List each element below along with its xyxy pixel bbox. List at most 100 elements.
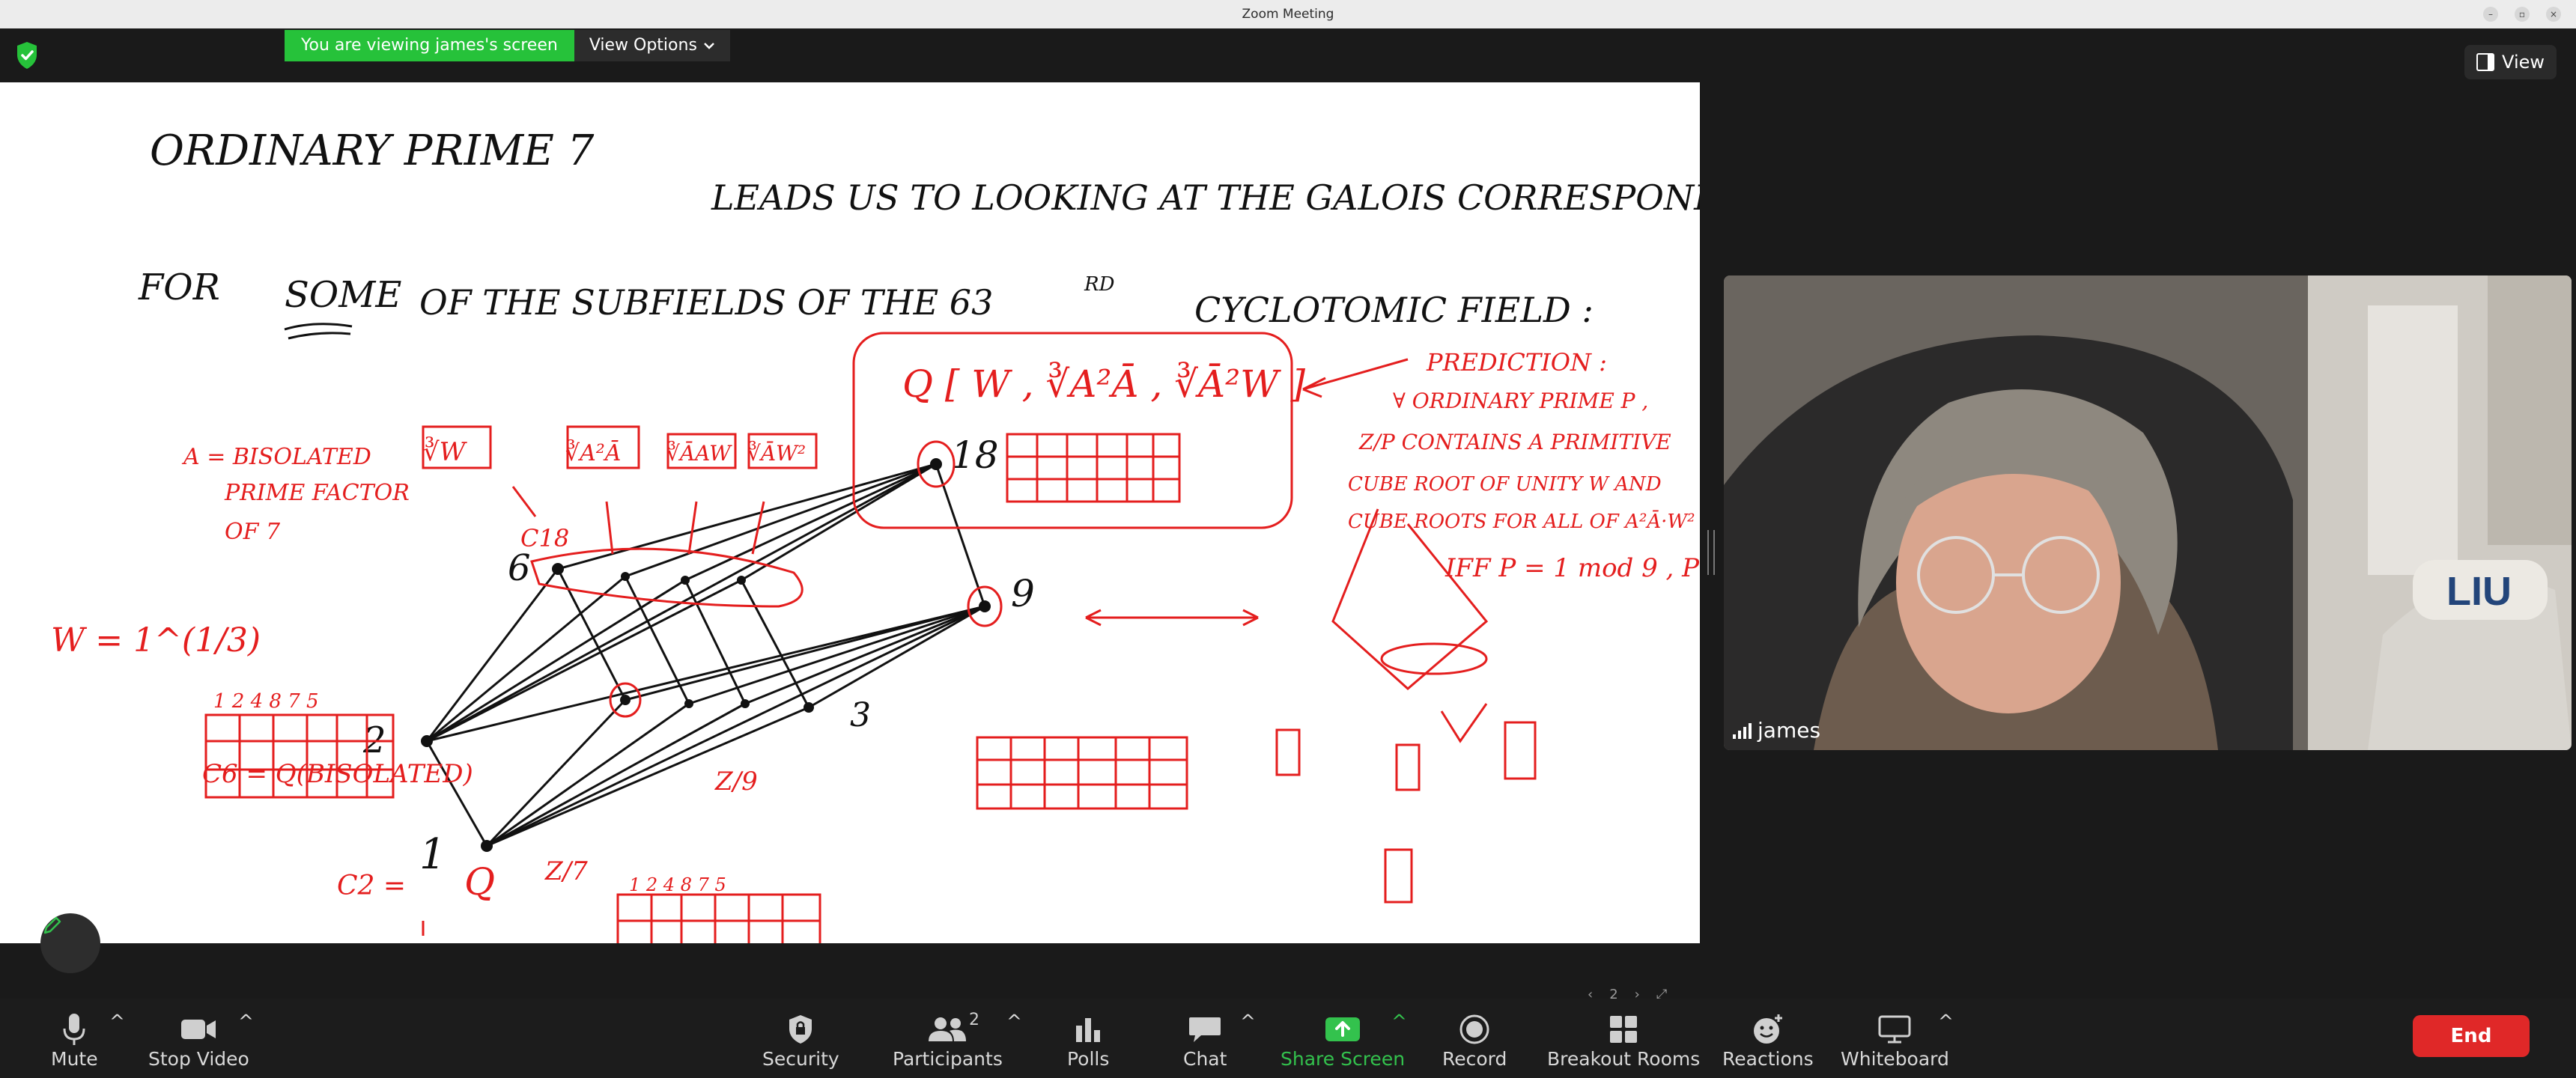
maximize-icon[interactable]: ▫ [2515, 7, 2530, 22]
node-label-6: 6 [508, 547, 531, 589]
grid-top-labels: 1 2 4 8 7 5 [213, 690, 319, 713]
participants-label: Participants [893, 1048, 1003, 1070]
node-label-9: 9 [1011, 572, 1035, 615]
layout-view-icon [2476, 53, 2495, 71]
polls-button[interactable]: Polls [1067, 1011, 1109, 1070]
video-feed: LIU [1724, 275, 2572, 750]
audio-options-caret[interactable]: ^ [109, 1011, 125, 1032]
polls-chart-icon [1073, 1011, 1103, 1048]
view-button[interactable]: View [2464, 45, 2557, 79]
share-screen-button[interactable]: Share Screen [1281, 1011, 1405, 1070]
reactions-smiley-icon [1752, 1011, 1784, 1048]
security-shield-icon [787, 1011, 814, 1048]
microphone-icon [61, 1011, 87, 1048]
record-button[interactable]: Record [1442, 1011, 1507, 1070]
whiteboard-button[interactable]: Whiteboard [1841, 1011, 1949, 1070]
view-button-label: View [2502, 52, 2545, 73]
participant-name: james [1758, 718, 1821, 743]
z7-label: Z/7 [544, 856, 588, 886]
breakout-rooms-icon [1609, 1011, 1638, 1048]
cube-root-w: ∛W [423, 436, 468, 467]
q-label: Q [464, 860, 495, 904]
signal-strength-icon [1733, 722, 1752, 739]
prediction-line-5: IFF P = 1 mod 9 , P ≡ 1,6 mod 7 [1445, 553, 1700, 583]
prediction-line-3: CUBE ROOT OF UNITY W AND [1348, 473, 1662, 496]
chat-label: Chat [1183, 1048, 1227, 1070]
view-options-button[interactable]: View Options [574, 30, 730, 61]
participant-name-tag: james [1733, 718, 1820, 743]
reactions-label: Reactions [1722, 1048, 1814, 1070]
security-label: Security [762, 1048, 839, 1070]
panel-resize-handle[interactable] [1707, 530, 1715, 575]
cube-root-a2a: ∛A²Ā [565, 439, 621, 466]
close-icon[interactable]: × [2546, 7, 2561, 22]
share-screen-label: Share Screen [1281, 1048, 1406, 1070]
breakout-rooms-button[interactable]: Breakout Rooms [1547, 1011, 1700, 1070]
a-definition-2: PRIME FACTOR [224, 480, 410, 506]
whiteboard-label: Whiteboard [1841, 1048, 1949, 1070]
line-cyclotomic-field: CYCLOTOMIC FIELD : [1194, 290, 1594, 330]
line-for: FOR [138, 267, 220, 308]
node-label-18: 18 [951, 433, 999, 477]
end-meeting-button[interactable]: End [2413, 1015, 2530, 1057]
grid2-top-labels: 1 2 4 8 7 5 [629, 874, 726, 895]
polls-label: Polls [1067, 1048, 1110, 1070]
encryption-shield-icon[interactable] [15, 40, 39, 70]
shared-screen[interactable]: ORDINARY PRIME 7 LEADS US TO LOOKING AT … [0, 82, 1700, 1002]
view-options-label: View Options [589, 36, 697, 55]
window-title-bar: Zoom Meeting – ▫ × [0, 0, 2576, 29]
record-icon [1459, 1011, 1490, 1048]
security-button[interactable]: Security [762, 1011, 839, 1070]
participant-video-tile[interactable]: LIU james [1724, 275, 2572, 750]
field-extension-label: Q [ W , ∛A²Ā , ∛Ā²W ] [902, 362, 1305, 406]
mute-button[interactable]: Mute [51, 1011, 98, 1070]
screen-share-banner: You are viewing james's screen View Opti… [285, 30, 730, 61]
svg-text:LIU: LIU [2446, 569, 2512, 614]
participants-count: 2 [969, 1011, 979, 1029]
chevron-down-icon [704, 43, 714, 49]
breakout-rooms-label: Breakout Rooms [1547, 1048, 1701, 1070]
z9-label: Z/9 [714, 767, 758, 797]
cube-root-aw2: ∛ĀW² [747, 440, 806, 466]
a-definition-1: A = BISOLATED [181, 444, 371, 470]
node-label-3: 3 [850, 696, 871, 734]
prediction-line-1: ∀ ORDINARY PRIME P , [1393, 389, 1648, 413]
c6-label: C6 = Q(BISOLATED) [202, 759, 473, 789]
window-title: Zoom Meeting [1242, 7, 1334, 22]
participants-icon [927, 1011, 967, 1048]
c2-label: C2 = [337, 871, 406, 901]
prediction-line-4: CUBE ROOTS FOR ALL OF A²Ā·W² [1348, 510, 1695, 533]
prediction-line-2: Z/P CONTAINS A PRIMITIVE [1358, 430, 1671, 454]
prediction-heading: PREDICTION : [1426, 348, 1607, 377]
minimize-icon[interactable]: – [2483, 7, 2498, 22]
stop-video-label: Stop Video [148, 1048, 249, 1070]
participants-button[interactable]: Participants [893, 1011, 1003, 1070]
title-ordinary-prime: ORDINARY PRIME 7 [150, 127, 595, 175]
node-label-1: 1 [419, 830, 446, 879]
annotate-button[interactable] [40, 913, 100, 973]
video-camera-icon [180, 1011, 217, 1048]
whiteboard-icon [1877, 1011, 1912, 1048]
pencil-icon [43, 916, 61, 934]
reactions-button[interactable]: Reactions [1722, 1011, 1814, 1070]
line-subfields: OF THE SUBFIELDS OF THE 63 [419, 282, 993, 323]
cube-root-aaw: ∛ĀAW [666, 440, 732, 466]
chat-button[interactable]: Chat [1183, 1011, 1227, 1070]
c18-label: C18 [520, 524, 569, 552]
title-galois-correspondence: LEADS US TO LOOKING AT THE GALOIS CORRES… [711, 177, 1700, 218]
whiteboard-drawing: ORDINARY PRIME 7 LEADS US TO LOOKING AT … [51, 127, 1700, 943]
line-some: SOME [285, 274, 401, 316]
stop-video-button[interactable]: Stop Video [148, 1011, 249, 1070]
share-screen-icon [1324, 1011, 1361, 1048]
line-rd-superscript: RD [1084, 273, 1115, 296]
meeting-toolbar: Mute ^ Stop Video ^ Security Participant… [0, 999, 2576, 1078]
viewing-status: You are viewing james's screen [285, 30, 574, 61]
participants-options-caret[interactable]: ^ [1006, 1011, 1022, 1032]
share-options-caret[interactable]: ^ [1391, 1011, 1407, 1032]
mute-label: Mute [51, 1048, 98, 1070]
whiteboard-options-caret[interactable]: ^ [1938, 1011, 1954, 1032]
chat-bubble-icon [1188, 1011, 1222, 1048]
chat-options-caret[interactable]: ^ [1240, 1011, 1256, 1032]
video-options-caret[interactable]: ^ [238, 1011, 254, 1032]
w-definition: W = 1^(1/3) [51, 621, 261, 660]
